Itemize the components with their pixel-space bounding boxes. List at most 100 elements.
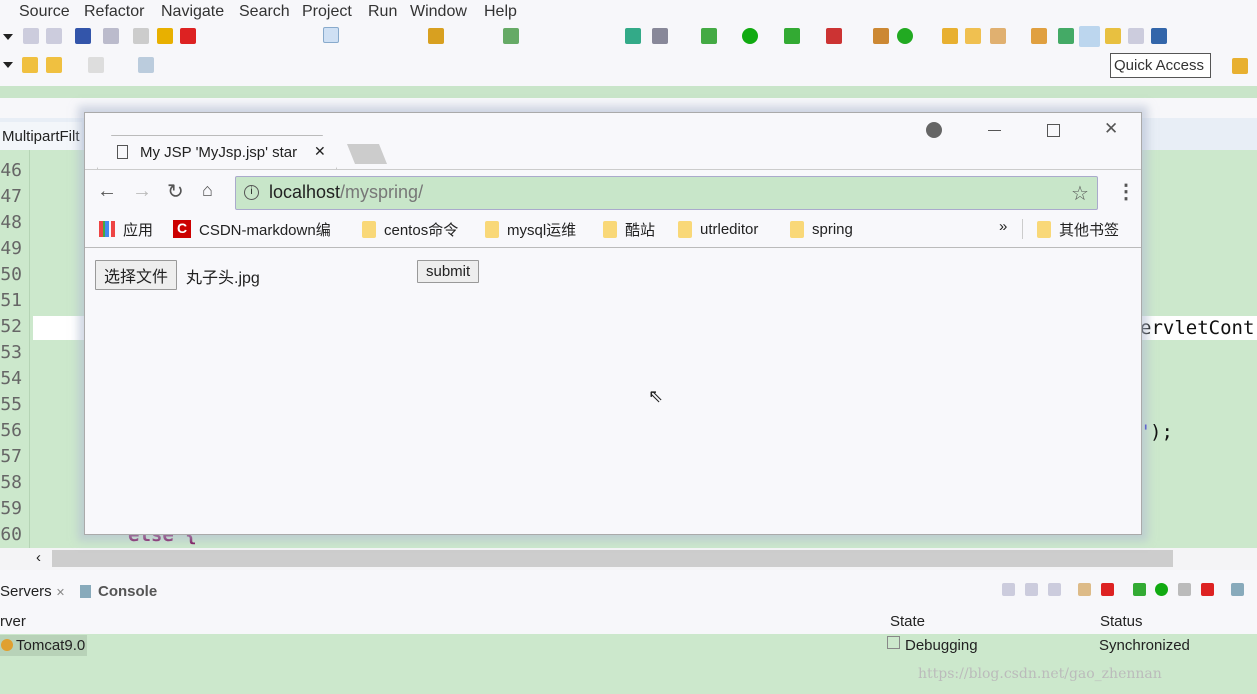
coverage-icon[interactable] xyxy=(784,28,800,44)
menu-source[interactable]: Source xyxy=(19,3,70,21)
line-number: 49 xyxy=(0,238,22,259)
csdn-icon: C xyxy=(173,220,191,238)
column-header-status[interactable]: Status xyxy=(1100,613,1143,630)
paragraph-icon[interactable] xyxy=(1151,28,1167,44)
column-header-server[interactable]: rver xyxy=(0,613,26,630)
delete-icon[interactable] xyxy=(1101,583,1114,596)
divider xyxy=(0,86,1257,98)
bookmark-folder[interactable]: 酷站 xyxy=(603,217,655,241)
scrollbar-thumb[interactable] xyxy=(52,550,1173,567)
bookmark-folder[interactable]: centos命令 xyxy=(362,217,458,241)
info-icon[interactable]: i xyxy=(244,185,259,200)
new-server-icon[interactable] xyxy=(1078,583,1091,596)
save-all-icon[interactable] xyxy=(46,28,62,44)
menu-search[interactable]: Search xyxy=(239,3,290,21)
forward-icon[interactable] xyxy=(88,57,104,73)
servers-tab[interactable]: Servers ✕ xyxy=(0,583,65,600)
terminate-icon[interactable] xyxy=(180,28,196,44)
resume-icon[interactable] xyxy=(133,28,149,44)
dropdown-icon[interactable] xyxy=(3,62,13,68)
pen-icon[interactable] xyxy=(990,28,1006,44)
more-bookmarks-button[interactable]: » xyxy=(999,218,1007,235)
start-server-icon[interactable] xyxy=(1155,583,1168,596)
column-header-state[interactable]: State xyxy=(890,613,925,630)
pin-icon[interactable] xyxy=(1058,28,1074,44)
toggle-icon[interactable] xyxy=(1105,28,1121,44)
table-row[interactable]: Tomcat9.0 Debugging Synchronized https:/… xyxy=(0,634,1257,694)
open-folder-2-icon[interactable] xyxy=(1031,28,1047,44)
console-tab[interactable]: Console xyxy=(98,583,157,600)
suspend-icon[interactable] xyxy=(157,28,173,44)
close-tab-icon[interactable]: ✕ xyxy=(314,143,326,160)
view-icon[interactable] xyxy=(1025,583,1038,596)
bookmark-folder[interactable]: utrleditor xyxy=(678,217,758,241)
camera-icon[interactable] xyxy=(652,28,668,44)
skip-breakpoints-icon[interactable] xyxy=(103,28,119,44)
brush-icon[interactable] xyxy=(1079,26,1100,47)
maximize-icon[interactable] xyxy=(1047,124,1060,137)
home-icon[interactable]: ⌂ xyxy=(202,180,213,201)
bookmark-star-icon[interactable]: ☆ xyxy=(1071,181,1089,206)
grid-icon[interactable] xyxy=(503,28,519,44)
folder-icon[interactable] xyxy=(965,28,981,44)
refresh-icon[interactable] xyxy=(897,28,913,44)
back-icon[interactable] xyxy=(46,57,62,73)
bookmark-apps[interactable]: 应用 xyxy=(99,217,153,241)
line-number: 54 xyxy=(0,368,22,389)
debug-icon[interactable] xyxy=(701,28,717,44)
debug-server-icon[interactable] xyxy=(1133,583,1146,596)
run-icon[interactable] xyxy=(742,28,758,44)
save-icon[interactable] xyxy=(23,28,39,44)
menu-run[interactable]: Run xyxy=(368,3,397,21)
reload-icon[interactable]: ↻ xyxy=(167,179,184,204)
bookmark-folder[interactable]: mysql运维 xyxy=(485,217,576,241)
submit-button[interactable]: submit xyxy=(417,260,480,283)
forward-icon[interactable]: → xyxy=(132,180,152,203)
menu-help[interactable]: Help xyxy=(484,3,517,21)
debug-tool-icon[interactable] xyxy=(428,28,444,44)
bookmark-label: 酷站 xyxy=(625,221,656,239)
globe-icon[interactable] xyxy=(625,28,641,44)
bookmark-label: 应用 xyxy=(123,221,154,239)
close-window-icon[interactable]: ✕ xyxy=(1104,119,1118,139)
minimize-icon[interactable] xyxy=(988,130,1001,131)
bookmark-label: CSDN-markdown编 xyxy=(199,221,331,239)
new-server-icon[interactable] xyxy=(873,28,889,44)
back-icon[interactable]: ← xyxy=(97,180,117,203)
bookmark-folder[interactable]: spring xyxy=(790,217,853,241)
chosen-file-name: 丸子头.jpg xyxy=(186,270,260,287)
profile-icon[interactable] xyxy=(926,122,942,138)
external-tools-icon[interactable] xyxy=(826,28,842,44)
tab-title: My JSP 'MyJsp.jsp' star xyxy=(140,144,298,161)
profile-server-icon[interactable] xyxy=(1178,583,1191,596)
collapse-icon[interactable] xyxy=(1002,583,1015,596)
open-folder-icon[interactable] xyxy=(942,28,958,44)
menu-icon[interactable]: ⋮ xyxy=(1116,179,1136,204)
use-step-filters-icon[interactable] xyxy=(323,27,339,43)
last-edit-icon[interactable] xyxy=(22,57,38,73)
menu-window[interactable]: Window xyxy=(410,3,467,21)
menu-project[interactable]: Project xyxy=(302,3,352,21)
bookmark-label: utrleditor xyxy=(700,220,759,238)
menu-refactor[interactable]: Refactor xyxy=(84,3,144,21)
choose-file-button[interactable]: 选择文件 xyxy=(95,260,178,290)
new-window-icon[interactable] xyxy=(138,57,154,73)
editor-tab[interactable]: MultipartFilt xyxy=(0,122,82,150)
close-icon[interactable]: ✕ xyxy=(56,587,65,599)
publish-icon[interactable] xyxy=(1231,583,1244,596)
url-host: localhost xyxy=(269,182,341,202)
quick-access-input[interactable]: Quick Access xyxy=(1110,53,1211,78)
scroll-left-icon[interactable]: ‹ xyxy=(36,549,41,566)
menu-navigate[interactable]: Navigate xyxy=(161,3,224,21)
terminal-icon[interactable] xyxy=(75,28,91,44)
dropdown-icon[interactable] xyxy=(3,34,13,40)
block-icon[interactable] xyxy=(1128,28,1144,44)
other-bookmarks[interactable]: 其他书签 xyxy=(1037,217,1119,241)
open-perspective-icon[interactable] xyxy=(1232,58,1248,74)
new-tab-button[interactable] xyxy=(347,144,387,164)
bookmark-csdn[interactable]: C CSDN-markdown编 xyxy=(173,217,331,241)
expand-icon[interactable] xyxy=(1048,583,1061,596)
address-bar[interactable]: i localhost/myspring/ ☆ xyxy=(235,176,1098,210)
folder-icon xyxy=(678,220,692,238)
stop-server-icon[interactable] xyxy=(1201,583,1214,596)
